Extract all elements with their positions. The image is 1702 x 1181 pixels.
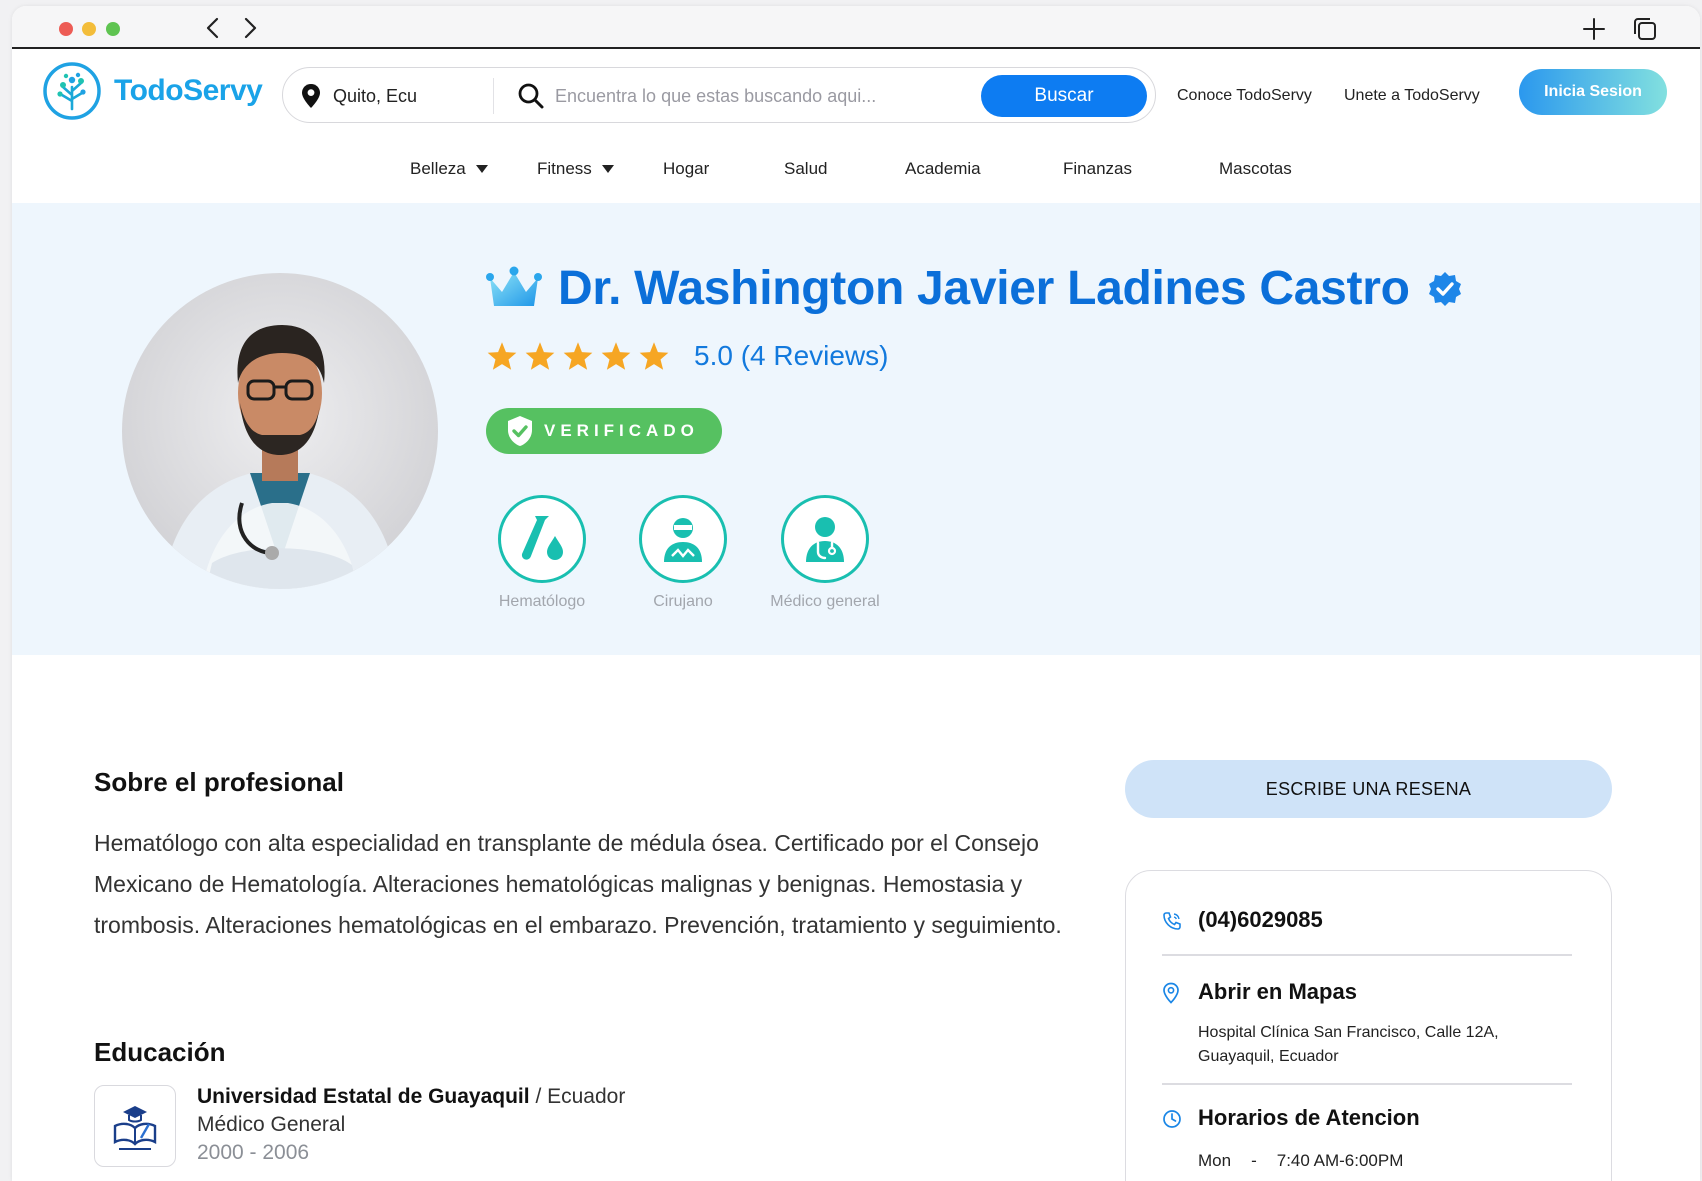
- map-pin-icon: [1163, 982, 1179, 1004]
- reviews-link[interactable]: 5.0 (4 Reviews): [694, 340, 889, 372]
- specialty-cirujano[interactable]: Cirujano: [613, 495, 753, 611]
- doctor-name: Dr. Washington Javier Ladines Castro: [558, 262, 1410, 315]
- unete-link[interactable]: Unete a TodoServy: [1344, 87, 1480, 105]
- category-label: Academia: [905, 159, 981, 178]
- specialty-label: Médico general: [770, 593, 880, 610]
- star-icon: [639, 342, 669, 370]
- category-label: Mascotas: [1219, 159, 1292, 178]
- specialty-medico-general[interactable]: Médico general: [755, 495, 895, 611]
- test-tube-icon: [521, 516, 563, 560]
- search-bar: Quito, Ecu Buscar: [282, 67, 1156, 123]
- category-label: Hogar: [663, 159, 710, 178]
- category-label: Belleza: [410, 159, 466, 178]
- brand-logo[interactable]: TodoServy: [42, 61, 263, 121]
- brand-name: TodoServy: [114, 74, 263, 107]
- category-label: Fitness: [537, 159, 592, 178]
- category-mascotas[interactable]: Mascotas: [1219, 159, 1292, 179]
- education-title: Educación: [94, 1037, 226, 1067]
- login-button[interactable]: Inicia Sesion: [1519, 69, 1667, 115]
- hours-day: Mon: [1198, 1151, 1232, 1170]
- star-icon: [563, 342, 593, 370]
- site-header: TodoServy Quito, Ecu Buscar Conoce TodoS…: [12, 49, 1700, 141]
- verified-badge-icon: [1428, 271, 1461, 306]
- verified-label: VERIFICADO: [544, 421, 699, 440]
- tabs-icon: [1634, 18, 1656, 40]
- surgeon-icon: [664, 518, 702, 562]
- profile-hero: Dr. Washington Javier Ladines Castro 5.0…: [12, 203, 1700, 655]
- location-field[interactable]: Quito, Ecu: [301, 68, 417, 124]
- category-academia[interactable]: Academia: [905, 159, 981, 179]
- hours-title: Horarios de Atencion: [1198, 1105, 1420, 1130]
- profile-main: Sobre el profesional Hematólogo con alta…: [12, 655, 1700, 1181]
- crown-icon: [486, 266, 542, 306]
- specialty-icon-circle: [781, 495, 869, 583]
- tree-logo-icon: [43, 62, 101, 120]
- specialty-hematologo[interactable]: Hematólogo: [472, 495, 612, 611]
- star-icon: [601, 342, 631, 370]
- specialty-label: Hematólogo: [498, 593, 586, 610]
- search-button[interactable]: Buscar: [981, 75, 1147, 117]
- chevron-right-icon: [244, 17, 257, 39]
- hours-item: Mon - 7:40 AM-6:00PM: [1198, 1151, 1403, 1171]
- doctor-name-row: Dr. Washington Javier Ladines Castro: [486, 261, 1464, 316]
- caret-down-icon: [601, 165, 614, 173]
- phone-number: (04)6029085: [1198, 907, 1323, 932]
- contact-divider: [1162, 954, 1572, 956]
- minimize-window-button[interactable]: [82, 22, 96, 36]
- contact-divider: [1162, 1083, 1572, 1085]
- search-icon: [517, 82, 545, 115]
- education-years: 2000 - 2006: [197, 1141, 310, 1164]
- search-divider: [493, 78, 494, 114]
- category-salud[interactable]: Salud: [784, 159, 827, 179]
- rating-row: 5.0 (4 Reviews): [486, 340, 889, 372]
- star-icon: [487, 342, 517, 370]
- specialty-icon-circle: [498, 495, 586, 583]
- open-maps-link[interactable]: Abrir en Mapas: [1198, 979, 1357, 1005]
- hours-time: 7:40 AM-6:00PM: [1276, 1151, 1404, 1170]
- doctor-icon: [806, 517, 844, 562]
- clock-icon: [1163, 1110, 1181, 1128]
- contact-card: (04)6029085 Abrir en Mapas Hospital Clín…: [1125, 870, 1612, 1181]
- specialty-label: Cirujano: [653, 593, 713, 610]
- university-country: / Ecuador: [535, 1085, 626, 1108]
- browser-chrome: [12, 6, 1700, 49]
- conoce-link[interactable]: Conoce TodoServy: [1177, 87, 1312, 105]
- category-fitness[interactable]: Fitness: [537, 159, 614, 179]
- university-name: Universidad Estatal de Guayaquil: [197, 1085, 530, 1108]
- search-input[interactable]: [555, 78, 935, 114]
- caret-down-icon: [475, 165, 488, 173]
- about-text: Hematólogo con alta especialidad en tran…: [94, 830, 1062, 938]
- degree: Médico General: [197, 1113, 346, 1136]
- category-label: Finanzas: [1063, 159, 1132, 178]
- university-seal-icon: [113, 1106, 157, 1150]
- specialty-icon-circle: [639, 495, 727, 583]
- phone-icon: [1163, 912, 1181, 930]
- verified-badge: VERIFICADO: [486, 408, 722, 454]
- star-icon: [525, 342, 555, 370]
- browser-window: TodoServy Quito, Ecu Buscar Conoce TodoS…: [12, 6, 1700, 1181]
- new-tab-button[interactable]: [1580, 15, 1608, 43]
- plus-icon: [1583, 18, 1605, 40]
- doctor-avatar: [122, 273, 438, 589]
- write-review-button[interactable]: ESCRIBE UNA RESENA: [1125, 760, 1612, 818]
- maximize-window-button[interactable]: [106, 22, 120, 36]
- category-belleza[interactable]: Belleza: [410, 159, 488, 179]
- address-text: Hospital Clínica San Francisco, Calle 12…: [1198, 1024, 1499, 1065]
- about-title: Sobre el profesional: [94, 767, 344, 797]
- tabs-overview-button[interactable]: [1632, 16, 1658, 42]
- close-window-button[interactable]: [59, 22, 73, 36]
- category-hogar[interactable]: Hogar: [663, 159, 709, 179]
- back-button[interactable]: [198, 16, 226, 40]
- forward-button[interactable]: [237, 16, 265, 40]
- shield-check-icon: [508, 416, 532, 446]
- category-finanzas[interactable]: Finanzas: [1063, 159, 1132, 179]
- university-logo: [94, 1085, 176, 1167]
- location-value: Quito, Ecu: [333, 85, 418, 106]
- location-pin-icon: [302, 84, 320, 108]
- education-item: Universidad Estatal de Guayaquil / Ecuad…: [197, 1083, 625, 1167]
- chevron-left-icon: [206, 17, 219, 39]
- category-nav: Belleza Fitness Hogar Salud Academia Fin…: [12, 141, 1700, 201]
- category-label: Salud: [784, 159, 828, 178]
- hours-dash: -: [1251, 1151, 1257, 1170]
